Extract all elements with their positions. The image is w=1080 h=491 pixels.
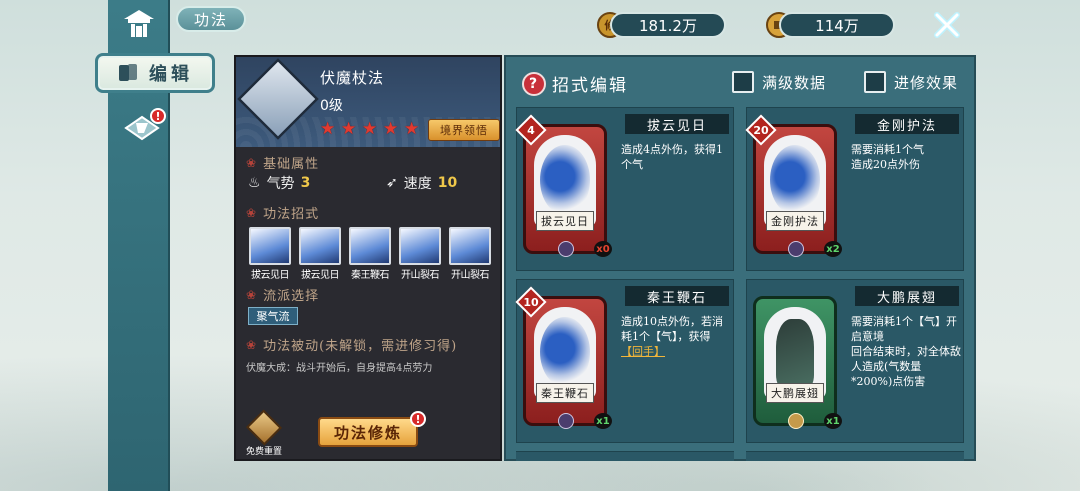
card-art: 秦王鞭石 10 x1 — [515, 286, 612, 429]
move-card-4[interactable]: 大鹏展翅 x1 大鹏展翅 需要消耗1个【气】开启意境 回合结束时，对全体敌人造成… — [746, 279, 964, 443]
cultivation-amount-text: 181.2万 — [639, 16, 697, 35]
card-desc: 需要消耗1个气 造成20点外伤 — [851, 143, 924, 171]
page-title: 功法 — [176, 6, 246, 32]
card-name: 拔云见日 — [625, 114, 729, 134]
skill-name: 伏魔杖法 — [320, 69, 385, 87]
skill-detail-panel: 伏魔杖法 0级 ★ ★ ★ ★ ★ 境界领悟 ❀ 基础属性 ♨ 气势 3 ➶ 速度… — [234, 55, 502, 461]
move-edit-title: ? 招式编辑 — [522, 71, 628, 96]
tab-edit[interactable]: 编辑 — [95, 53, 215, 93]
card-name: 大鹏展翅 — [855, 286, 959, 306]
skill-level: 0级 — [320, 98, 343, 114]
coin-amount: 114万 — [779, 12, 895, 38]
move-art — [299, 227, 341, 265]
cost-badge: 4 — [515, 114, 547, 146]
card-art: 大鹏展翅 x1 — [753, 296, 842, 429]
help-icon[interactable]: ? — [522, 71, 546, 96]
move-card-row-peek — [746, 451, 964, 461]
brush-icon — [558, 413, 574, 429]
card-desc: 造成10点外伤，若消耗1个【气】，获得【回手】 — [621, 315, 723, 358]
card-count: x1 — [594, 413, 612, 429]
swirl-icon: ❀ — [246, 337, 258, 352]
boot-icon: ➶ — [386, 175, 398, 191]
coin-amount-text: 114万 — [815, 16, 859, 35]
cards-icon — [119, 64, 137, 81]
swirl-icon: ❀ — [246, 205, 258, 220]
card-count: x1 — [824, 413, 842, 429]
skill-stars: ★ ★ ★ ★ ★ — [320, 121, 421, 138]
realm-comprehension-button[interactable]: 境界领悟 — [428, 119, 500, 141]
attr-momentum: ♨ 气势 3 — [248, 175, 311, 192]
pavilion-icon — [124, 10, 154, 37]
swirl-icon: ❀ — [246, 155, 258, 170]
advanced-effect-checkbox[interactable]: 进修效果 — [864, 71, 958, 93]
tab-martial-school[interactable]: ! — [118, 108, 166, 146]
close-icon — [934, 12, 960, 38]
cultivation-amount: 181.2万 — [610, 12, 726, 38]
notification-badge: ! — [150, 108, 166, 124]
brush-icon — [788, 241, 804, 257]
star-icon: ★ — [383, 119, 399, 139]
section-moves: ❀ 功法招式 — [246, 205, 320, 223]
brush-icon — [558, 241, 574, 257]
move-art — [249, 227, 291, 265]
section-school: ❀ 流派选择 — [246, 287, 320, 305]
move-card-2[interactable]: 金刚护法 20 x2 金刚护法 需要消耗1个气 造成20点外伤 — [745, 107, 964, 271]
star-icon: ★ — [404, 119, 420, 139]
checkbox-box — [732, 71, 754, 93]
move-item[interactable]: 开山裂石 — [398, 227, 442, 281]
school-tag[interactable]: 聚气流 — [248, 307, 298, 325]
move-art — [399, 227, 441, 265]
attr-speed: ➶ 速度 10 — [386, 175, 458, 192]
move-card-3[interactable]: 秦王鞭石 10 x1 秦王鞭石 造成10点外伤，若消耗1个【气】，获得【回手】 — [515, 279, 734, 443]
card-desc: 需要消耗1个【气】开启意境 回合结束时，对全体敌人造成(气数量*200%)点伤害 — [851, 315, 961, 388]
move-card-1[interactable]: 拔云见日 4 x0 拔云见日 造成4点外伤，获得1个气 — [515, 107, 734, 271]
home-button[interactable] — [116, 4, 162, 44]
move-item[interactable]: 开山裂石 — [448, 227, 492, 281]
card-name: 金刚护法 — [855, 114, 959, 134]
move-art — [349, 227, 391, 265]
trident-icon — [788, 413, 804, 429]
move-item[interactable]: 拔云见日 — [298, 227, 342, 281]
passive-description: 伏魔大成：战斗开始后，自身提高4点劳力 — [246, 363, 433, 374]
reset-icon — [245, 409, 283, 446]
move-edit-panel: ? 招式编辑 满级数据 进修效果 拔云见日 4 x0 拔云见日 造成4点外伤，获… — [504, 55, 976, 461]
star-icon: ★ — [341, 119, 357, 139]
cultivate-button[interactable]: 功法修炼 — [318, 417, 418, 447]
section-base-attrs: ❀ 基础属性 — [246, 155, 320, 173]
close-button[interactable] — [928, 6, 966, 44]
keyword-link[interactable]: 【回手】 — [621, 345, 665, 358]
star-icon: ★ — [362, 119, 378, 139]
swirl-icon: ❀ — [246, 287, 258, 302]
cost-badge: 20 — [745, 114, 777, 146]
card-count: x0 — [594, 241, 612, 257]
move-item[interactable]: 拔云见日 — [248, 227, 292, 281]
card-desc: 造成4点外伤，获得1个气 — [621, 143, 723, 171]
star-icon: ★ — [320, 119, 336, 139]
cultivate-alert-badge: ! — [410, 411, 426, 427]
flame-icon: ♨ — [248, 175, 261, 191]
card-name: 秦王鞭石 — [625, 286, 729, 306]
move-card-row-peek — [516, 451, 734, 461]
skill-header: 伏魔杖法 0级 ★ ★ ★ ★ ★ 境界领悟 — [236, 57, 500, 147]
move-item[interactable]: 秦王鞭石 — [348, 227, 392, 281]
free-reset-button[interactable]: 免费重置 — [244, 409, 284, 457]
max-level-checkbox[interactable]: 满级数据 — [732, 71, 826, 93]
tab-edit-label: 编辑 — [149, 64, 193, 85]
card-art: 金刚护法 20 x2 — [745, 114, 842, 257]
checkbox-box — [864, 71, 886, 93]
move-art — [449, 227, 491, 265]
card-art: 拔云见日 4 x0 — [515, 114, 612, 257]
move-list: 拔云见日 拔云见日 秦王鞭石 开山裂石 开山裂石 — [248, 227, 492, 281]
section-passive: ❀ 功法被动(未解锁，需进修习得) — [246, 337, 458, 355]
card-count: x2 — [824, 241, 842, 257]
cost-badge: 10 — [515, 286, 547, 318]
